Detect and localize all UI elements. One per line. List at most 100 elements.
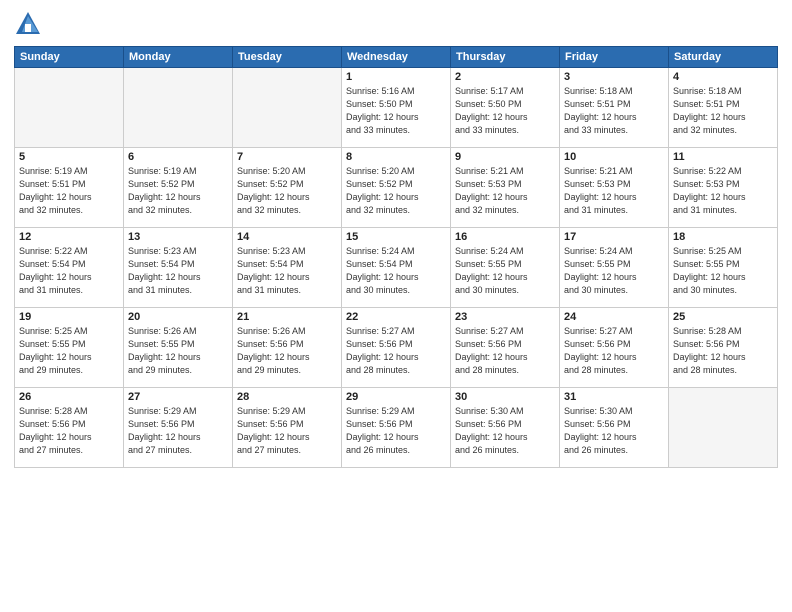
day-number: 25 [673, 311, 773, 323]
day-number: 17 [564, 231, 664, 243]
calendar-cell: 30 Sunrise: 5:30 AM Sunset: 5:56 PM Dayli… [451, 388, 560, 468]
calendar-cell: 9 Sunrise: 5:21 AM Sunset: 5:53 PM Daylig… [451, 148, 560, 228]
day-info: Sunrise: 5:29 AM Sunset: 5:56 PM Dayligh… [237, 405, 337, 457]
day-number: 15 [346, 231, 446, 243]
day-number: 31 [564, 391, 664, 403]
day-info: Sunrise: 5:25 AM Sunset: 5:55 PM Dayligh… [19, 325, 119, 377]
day-info: Sunrise: 5:23 AM Sunset: 5:54 PM Dayligh… [237, 245, 337, 297]
day-number: 9 [455, 151, 555, 163]
day-number: 20 [128, 311, 228, 323]
calendar-cell: 17Sunrise: 5:24 AM Sunset: 5:55 PM Dayli… [560, 228, 669, 308]
day-info: Sunrise: 5:26 AM Sunset: 5:55 PM Dayligh… [128, 325, 228, 377]
calendar-cell: 2 Sunrise: 5:17 AM Sunset: 5:50 PM Daylig… [451, 68, 560, 148]
calendar-cell [233, 68, 342, 148]
day-info: Sunrise: 5:23 AM Sunset: 5:54 PM Dayligh… [128, 245, 228, 297]
day-info: Sunrise: 5:27 AM Sunset: 5:56 PM Dayligh… [564, 325, 664, 377]
header [14, 10, 778, 38]
calendar-cell: 26 Sunrise: 5:28 AM Sunset: 5:56 PM Dayli… [15, 388, 124, 468]
calendar-cell: 8 Sunrise: 5:20 AM Sunset: 5:52 PM Daylig… [342, 148, 451, 228]
day-info: Sunrise: 5:24 AM Sunset: 5:54 PM Dayligh… [346, 245, 446, 297]
day-info: Sunrise: 5:19 AM Sunset: 5:52 PM Dayligh… [128, 165, 228, 217]
calendar-cell: 13 Sunrise: 5:23 AM Sunset: 5:54 PM Dayli… [124, 228, 233, 308]
day-number: 16 [455, 231, 555, 243]
calendar-cell: 22 Sunrise: 5:27 AM Sunset: 5:56 PM Dayli… [342, 308, 451, 388]
weekday-header-row: SundayMondayTuesdayWednesdayThursdayFrid… [15, 47, 778, 68]
calendar-cell: 23Sunrise: 5:27 AM Sunset: 5:56 PM Dayli… [451, 308, 560, 388]
day-number: 18 [673, 231, 773, 243]
day-number: 26 [19, 391, 119, 403]
day-number: 1 [346, 71, 446, 83]
logo-icon [14, 10, 42, 38]
day-info: Sunrise: 5:21 AM Sunset: 5:53 PM Dayligh… [455, 165, 555, 217]
day-number: 30 [455, 391, 555, 403]
day-number: 12 [19, 231, 119, 243]
calendar-cell [15, 68, 124, 148]
calendar-cell: 12 Sunrise: 5:22 AM Sunset: 5:54 PM Dayli… [15, 228, 124, 308]
weekday-header-wednesday: Wednesday [342, 47, 451, 68]
day-number: 27 [128, 391, 228, 403]
day-number: 7 [237, 151, 337, 163]
calendar-cell: 16Sunrise: 5:24 AM Sunset: 5:55 PM Dayli… [451, 228, 560, 308]
calendar-cell: 6 Sunrise: 5:19 AM Sunset: 5:52 PM Daylig… [124, 148, 233, 228]
calendar-cell: 21 Sunrise: 5:26 AM Sunset: 5:56 PM Dayli… [233, 308, 342, 388]
day-info: Sunrise: 5:26 AM Sunset: 5:56 PM Dayligh… [237, 325, 337, 377]
calendar-cell: 31 Sunrise: 5:30 AM Sunset: 5:56 PM Dayli… [560, 388, 669, 468]
weekday-header-tuesday: Tuesday [233, 47, 342, 68]
calendar-cell: 5 Sunrise: 5:19 AM Sunset: 5:51 PM Daylig… [15, 148, 124, 228]
day-info: Sunrise: 5:20 AM Sunset: 5:52 PM Dayligh… [346, 165, 446, 217]
calendar-cell: 27Sunrise: 5:29 AM Sunset: 5:56 PM Dayli… [124, 388, 233, 468]
day-info: Sunrise: 5:19 AM Sunset: 5:51 PM Dayligh… [19, 165, 119, 217]
day-number: 21 [237, 311, 337, 323]
day-info: Sunrise: 5:28 AM Sunset: 5:56 PM Dayligh… [19, 405, 119, 457]
calendar-cell: 24Sunrise: 5:27 AM Sunset: 5:56 PM Dayli… [560, 308, 669, 388]
calendar-cell: 11 Sunrise: 5:22 AM Sunset: 5:53 PM Dayli… [669, 148, 778, 228]
day-number: 22 [346, 311, 446, 323]
week-row-4: 26 Sunrise: 5:28 AM Sunset: 5:56 PM Dayli… [15, 388, 778, 468]
weekday-header-monday: Monday [124, 47, 233, 68]
day-info: Sunrise: 5:30 AM Sunset: 5:56 PM Dayligh… [455, 405, 555, 457]
calendar-cell: 14 Sunrise: 5:23 AM Sunset: 5:54 PM Dayli… [233, 228, 342, 308]
weekday-header-thursday: Thursday [451, 47, 560, 68]
day-info: Sunrise: 5:21 AM Sunset: 5:53 PM Dayligh… [564, 165, 664, 217]
day-info: Sunrise: 5:18 AM Sunset: 5:51 PM Dayligh… [673, 85, 773, 137]
day-number: 3 [564, 71, 664, 83]
calendar-cell: 20 Sunrise: 5:26 AM Sunset: 5:55 PM Dayli… [124, 308, 233, 388]
day-info: Sunrise: 5:20 AM Sunset: 5:52 PM Dayligh… [237, 165, 337, 217]
day-number: 14 [237, 231, 337, 243]
day-info: Sunrise: 5:22 AM Sunset: 5:54 PM Dayligh… [19, 245, 119, 297]
day-info: Sunrise: 5:18 AM Sunset: 5:51 PM Dayligh… [564, 85, 664, 137]
day-info: Sunrise: 5:27 AM Sunset: 5:56 PM Dayligh… [455, 325, 555, 377]
day-info: Sunrise: 5:30 AM Sunset: 5:56 PM Dayligh… [564, 405, 664, 457]
week-row-3: 19Sunrise: 5:25 AM Sunset: 5:55 PM Dayli… [15, 308, 778, 388]
weekday-header-saturday: Saturday [669, 47, 778, 68]
calendar-cell: 7 Sunrise: 5:20 AM Sunset: 5:52 PM Daylig… [233, 148, 342, 228]
logo [14, 10, 44, 38]
day-number: 4 [673, 71, 773, 83]
day-number: 10 [564, 151, 664, 163]
calendar-cell: 10 Sunrise: 5:21 AM Sunset: 5:53 PM Dayli… [560, 148, 669, 228]
day-number: 6 [128, 151, 228, 163]
week-row-2: 12 Sunrise: 5:22 AM Sunset: 5:54 PM Dayli… [15, 228, 778, 308]
calendar-cell [669, 388, 778, 468]
day-info: Sunrise: 5:22 AM Sunset: 5:53 PM Dayligh… [673, 165, 773, 217]
day-info: Sunrise: 5:27 AM Sunset: 5:56 PM Dayligh… [346, 325, 446, 377]
day-number: 11 [673, 151, 773, 163]
calendar-cell: 1 Sunrise: 5:16 AM Sunset: 5:50 PM Daylig… [342, 68, 451, 148]
calendar-cell: 3 Sunrise: 5:18 AM Sunset: 5:51 PM Daylig… [560, 68, 669, 148]
day-info: Sunrise: 5:16 AM Sunset: 5:50 PM Dayligh… [346, 85, 446, 137]
day-number: 5 [19, 151, 119, 163]
calendar-cell: 29Sunrise: 5:29 AM Sunset: 5:56 PM Dayli… [342, 388, 451, 468]
day-number: 2 [455, 71, 555, 83]
calendar-cell [124, 68, 233, 148]
day-number: 8 [346, 151, 446, 163]
day-number: 13 [128, 231, 228, 243]
week-row-1: 5 Sunrise: 5:19 AM Sunset: 5:51 PM Daylig… [15, 148, 778, 228]
day-info: Sunrise: 5:17 AM Sunset: 5:50 PM Dayligh… [455, 85, 555, 137]
weekday-header-sunday: Sunday [15, 47, 124, 68]
day-info: Sunrise: 5:28 AM Sunset: 5:56 PM Dayligh… [673, 325, 773, 377]
page: SundayMondayTuesdayWednesdayThursdayFrid… [0, 0, 792, 612]
calendar-cell: 25 Sunrise: 5:28 AM Sunset: 5:56 PM Dayli… [669, 308, 778, 388]
day-number: 29 [346, 391, 446, 403]
day-number: 28 [237, 391, 337, 403]
weekday-header-friday: Friday [560, 47, 669, 68]
